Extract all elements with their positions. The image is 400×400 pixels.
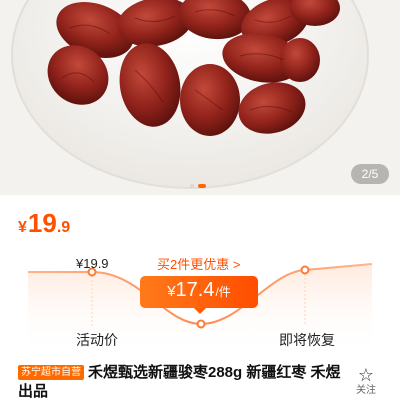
promo-price-currency: ¥ [167,283,176,300]
promo-price-value: 17.4 [175,279,215,301]
carousel-dot [190,184,194,188]
favorite-button[interactable]: ☆ 关注 [354,366,378,398]
carousel-dots [190,184,206,188]
promo-price-point [196,319,206,329]
promo-price-unit: /件 [215,285,231,299]
price-currency: ¥ [18,219,27,236]
store-badge: 苏宁超市自营 [18,365,84,380]
promo-tag-pointer [194,308,206,314]
main-price: ¥ 19 .9 [18,208,70,238]
label-restore-soon: 即将恢复 [279,332,335,348]
carousel-dot-active [198,184,206,188]
product-title: 苏宁超市自营 禾煜甄选新疆骏枣288g 新疆红枣 禾煜出品 [18,363,348,400]
price-integer: 19 [27,208,57,238]
star-icon: ☆ [357,365,375,385]
buy-more-promo-link[interactable]: 买2件更优惠 > [157,254,240,273]
original-price: ¥19.9 [76,256,109,271]
restore-price-point [300,265,310,275]
promo-price-tag: ¥ 17.4 /件 [140,276,258,314]
red-dates-bowl-image [0,0,400,195]
favorite-label: 关注 [356,385,376,396]
product-image-gallery[interactable]: 2/5 [0,0,400,195]
price-decimal: .9 [56,219,71,236]
label-active-price: 活动价 [76,332,118,348]
image-page-indicator: 2/5 [351,164,389,184]
